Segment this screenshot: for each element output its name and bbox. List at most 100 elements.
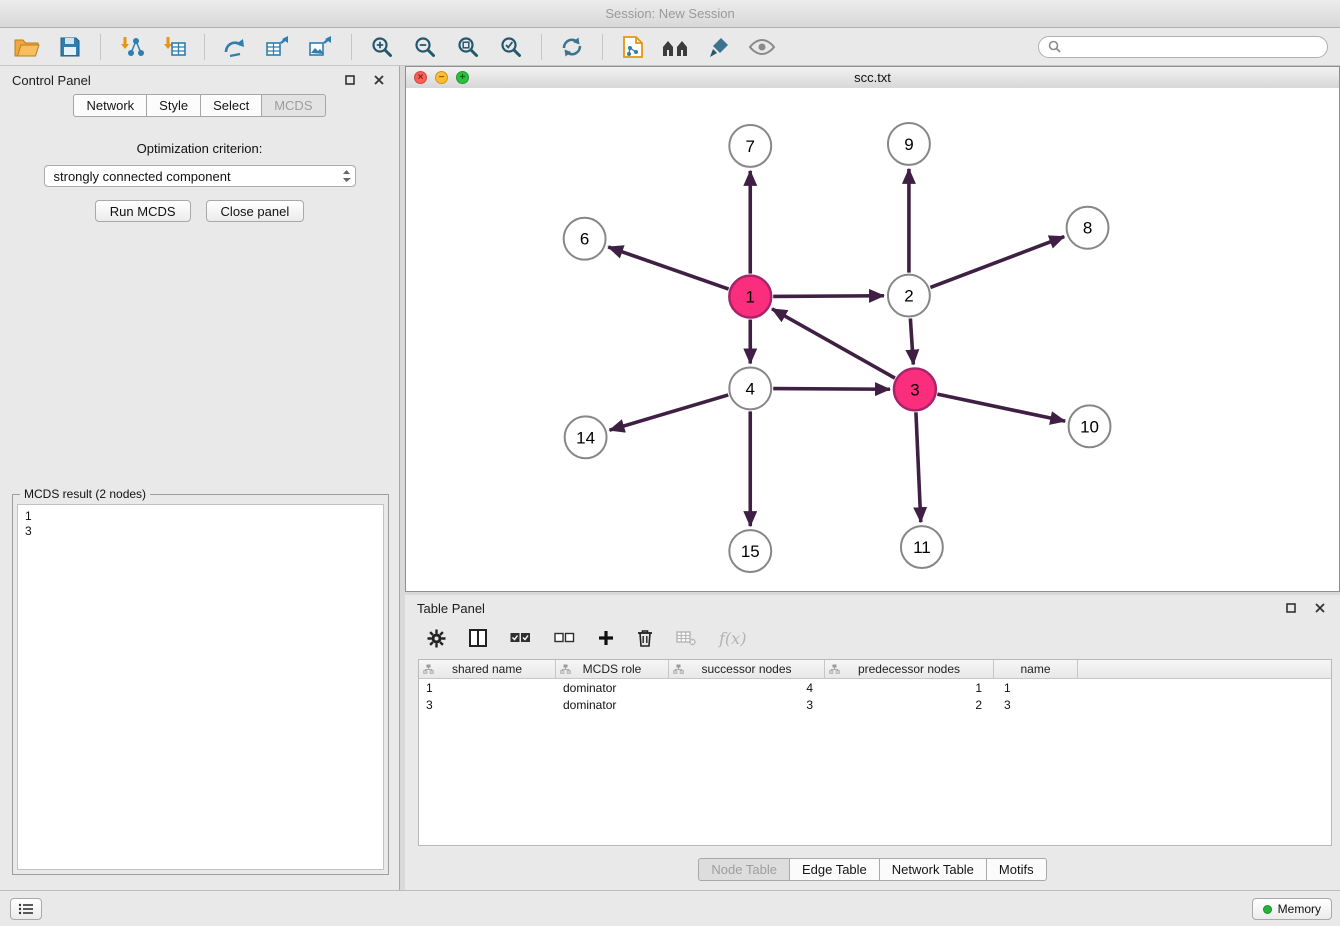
table-row[interactable]: 3 dominator 3 2 3 [419,696,1331,713]
add-row-button[interactable] [598,626,614,650]
import-table-button[interactable] [157,32,191,62]
cell-predecessor-nodes[interactable]: 2 [825,698,994,712]
graph-edge-3-11[interactable] [916,412,921,522]
graph-node-8[interactable]: 8 [1067,207,1109,249]
close-panel-button[interactable]: Close panel [206,200,305,222]
graph-edge-4-3[interactable] [773,389,890,390]
criterion-dropdown[interactable]: strongly connected component [44,165,356,187]
zoom-fit-button[interactable] [451,32,485,62]
toolbar-separator [351,34,352,60]
show-hide-button[interactable] [745,32,779,62]
function-builder-button[interactable]: f(x) [719,626,746,650]
tab-network[interactable]: Network [73,94,147,117]
document-network-button[interactable] [616,32,650,62]
column-label: predecessor nodes [858,662,960,676]
graph-node-10[interactable]: 10 [1069,405,1111,447]
deselect-all-button[interactable] [554,626,575,650]
open-session-button[interactable] [10,32,44,62]
function-icon: f(x) [719,629,746,648]
cell-successor-nodes[interactable]: 4 [669,681,825,695]
graph-node-label: 2 [904,287,913,306]
traffic-minimize-icon[interactable] [435,71,448,84]
graph-node-4[interactable]: 4 [729,367,771,409]
traffic-close-icon[interactable] [414,71,427,84]
close-table-panel-button[interactable] [1312,600,1328,616]
tab-node-table[interactable]: Node Table [698,858,790,881]
graph-node-9[interactable]: 9 [888,123,930,165]
tab-mcds[interactable]: MCDS [261,94,325,117]
graph-node-15[interactable]: 15 [729,530,771,572]
column-header-mcds-role[interactable]: MCDS role [556,660,669,678]
column-header-name[interactable]: name [994,660,1078,678]
network-canvas[interactable]: 1 2 3 4 6 7 8 9 10 11 14 15 [406,88,1339,591]
graph-edge-1-2[interactable] [773,296,884,297]
graph-node-2[interactable]: 2 [888,275,930,317]
zoom-selected-button[interactable] [494,32,528,62]
run-mcds-button[interactable]: Run MCDS [95,200,191,222]
cell-predecessor-nodes[interactable]: 1 [825,681,994,695]
import-network-button[interactable] [114,32,148,62]
tab-select[interactable]: Select [200,94,262,117]
export-table-icon [265,35,291,59]
cell-name[interactable]: 1 [994,681,1078,695]
cell-mcds-role[interactable]: dominator [556,698,669,712]
graph-node-1[interactable]: 1 [729,276,771,318]
graph-edge-4-14[interactable] [610,395,729,430]
graph-node-7[interactable]: 7 [729,125,771,167]
close-control-panel-button[interactable] [371,72,387,88]
table-row[interactable]: 1 dominator 4 1 1 [419,679,1331,696]
toggle-columns-button[interactable] [469,626,487,650]
tab-network-table[interactable]: Network Table [879,858,987,881]
first-neighbors-icon [661,36,691,58]
traffic-zoom-icon[interactable] [456,71,469,84]
tab-style[interactable]: Style [146,94,201,117]
columns-icon [469,629,487,647]
float-icon [1286,603,1296,613]
graph-node-14[interactable]: 14 [565,416,607,458]
table-toolbar: f(x) [405,621,1340,655]
graph-edge-2-3[interactable] [910,318,913,364]
graph-edge-1-6[interactable] [608,247,728,289]
column-header-shared-name[interactable]: shared name [419,660,556,678]
result-item: 3 [25,524,376,539]
graph-node-3[interactable]: 3 [894,368,936,410]
network-graph[interactable]: 1 2 3 4 6 7 8 9 10 11 14 15 [406,88,1339,591]
column-settings-button[interactable] [427,626,446,650]
graph-node-6[interactable]: 6 [564,218,606,260]
traffic-lights [414,71,469,84]
save-session-button[interactable] [53,32,87,62]
search-input[interactable] [1066,37,1318,57]
float-panel-button[interactable] [342,72,358,88]
graph-edge-2-8[interactable] [930,237,1064,288]
search-box[interactable] [1038,36,1328,58]
delete-table-button[interactable] [676,626,696,650]
first-neighbors-button[interactable] [659,32,693,62]
select-all-button[interactable] [510,626,531,650]
zoom-in-button[interactable] [365,32,399,62]
graph-edge-3-1[interactable] [772,309,895,378]
memory-button[interactable]: Memory [1252,898,1332,920]
refresh-layout-button[interactable] [555,32,589,62]
tab-edge-table[interactable]: Edge Table [789,858,880,881]
cell-mcds-role[interactable]: dominator [556,681,669,695]
float-table-panel-button[interactable] [1283,600,1299,616]
graph-edge-3-10[interactable] [937,394,1065,421]
column-label: shared name [452,662,522,676]
tab-motifs[interactable]: Motifs [986,858,1047,881]
column-header-predecessor-nodes[interactable]: predecessor nodes [825,660,994,678]
cell-shared-name[interactable]: 3 [419,698,556,712]
paint-button[interactable] [702,32,736,62]
graph-node-11[interactable]: 11 [901,526,943,568]
control-panel: Control Panel Network Style Select MCDS … [0,66,400,890]
export-table-button[interactable] [261,32,295,62]
export-image-button[interactable] [304,32,338,62]
column-header-successor-nodes[interactable]: successor nodes [669,660,825,678]
cell-successor-nodes[interactable]: 3 [669,698,825,712]
zoom-out-button[interactable] [408,32,442,62]
panel-toggle-button[interactable] [10,898,42,920]
cell-shared-name[interactable]: 1 [419,681,556,695]
delete-row-button[interactable] [637,626,653,650]
cell-name[interactable]: 3 [994,698,1078,712]
export-network-button[interactable] [218,32,252,62]
graph-node-label: 14 [576,428,595,447]
